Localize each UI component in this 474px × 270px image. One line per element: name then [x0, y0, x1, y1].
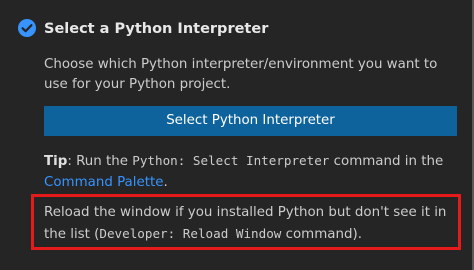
- reload-text-after: command).: [281, 227, 362, 242]
- checkmark-icon: [21, 24, 33, 33]
- reload-command: Developer: Reload Window: [99, 226, 282, 241]
- command-palette-link[interactable]: Command Palette: [44, 175, 163, 190]
- reload-note: Reload the window if you installed Pytho…: [44, 202, 460, 245]
- walkthrough-step-panel: Select a Python Interpreter Choose which…: [0, 0, 472, 270]
- select-python-interpreter-button[interactable]: Select Python Interpreter: [44, 106, 457, 136]
- tip-label: Tip: [44, 154, 68, 169]
- tip-text-middle: command in the: [329, 154, 444, 169]
- tip-text: Tip: Run the Python: Select Interpreter …: [44, 150, 464, 193]
- tip-command: Python: Select Interpreter: [132, 153, 330, 168]
- tip-text-before: Run the: [71, 154, 133, 169]
- tip-text-after: .: [163, 175, 168, 190]
- step-description: Choose which Python interpreter/environm…: [44, 57, 438, 92]
- step-title[interactable]: Select a Python Interpreter: [44, 19, 268, 39]
- check-circle-icon: [18, 19, 36, 37]
